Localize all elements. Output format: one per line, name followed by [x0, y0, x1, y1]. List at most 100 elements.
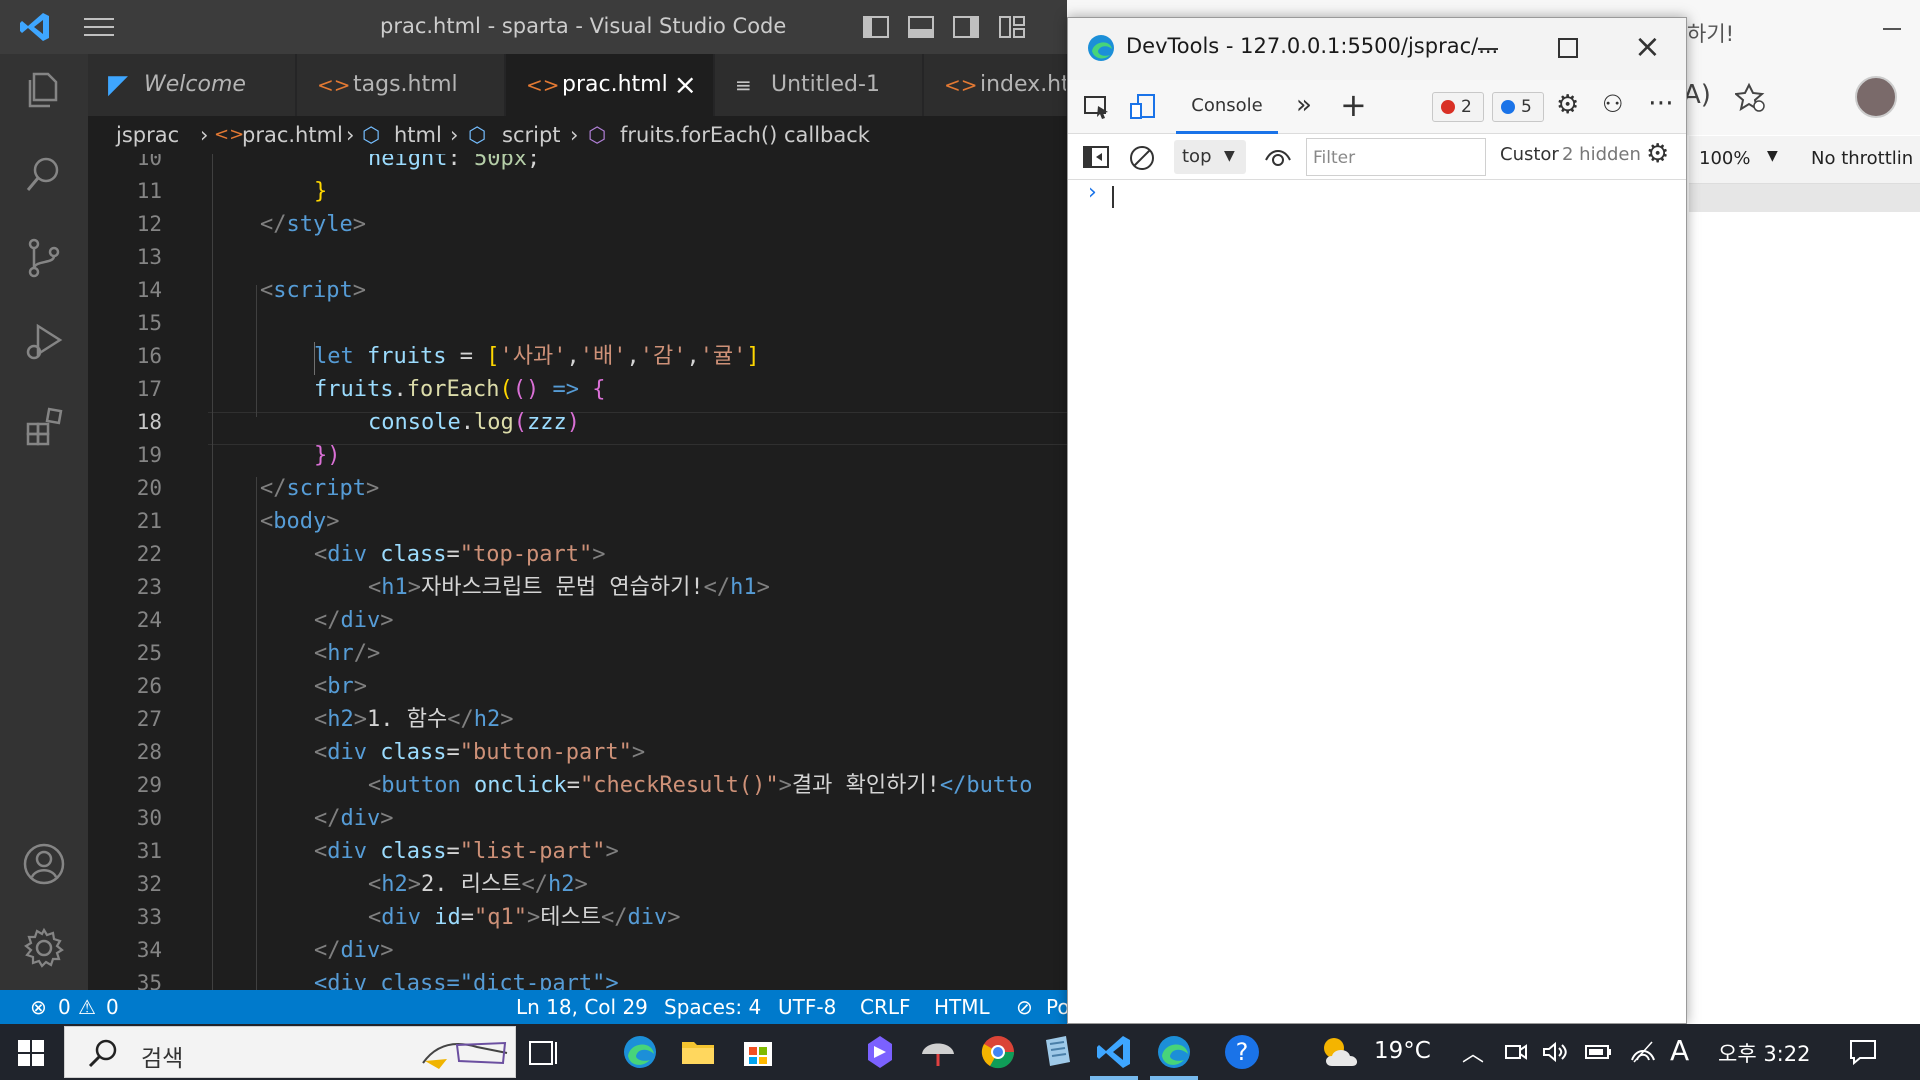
language-mode[interactable]: HTML — [934, 990, 990, 1024]
ime-indicator[interactable]: A — [1670, 1034, 1689, 1067]
tab-tags-html[interactable]: <> tags.html — [297, 54, 505, 116]
more-options-icon[interactable]: ⋯ — [1648, 88, 1674, 118]
chrome-icon[interactable] — [978, 1032, 1018, 1072]
activity-bar — [0, 54, 88, 990]
warning-icon[interactable]: ⚠ — [78, 990, 96, 1024]
vscode-taskbar-icon[interactable] — [1094, 1032, 1134, 1072]
meet-now-icon[interactable] — [1504, 1040, 1528, 1064]
error-badge[interactable]: 2 — [1432, 92, 1484, 122]
browser-tab-title[interactable]: 하기! — [1687, 18, 1734, 48]
chevron-down-icon[interactable]: ▼ — [1767, 148, 1778, 164]
source-control-icon[interactable] — [22, 236, 66, 280]
console-output[interactable]: › — [1068, 180, 1686, 1023]
close-icon[interactable]: × — [674, 54, 697, 116]
app-icon-umbrella[interactable] — [918, 1032, 958, 1072]
zoom-level[interactable]: 100% — [1699, 148, 1750, 169]
chevron-up-icon[interactable]: ︿ — [1462, 1036, 1484, 1068]
help-icon[interactable]: ? — [1222, 1032, 1262, 1072]
inspect-element-icon[interactable] — [1082, 92, 1112, 122]
chevron-down-icon: ▼ — [1224, 148, 1235, 164]
minimize-icon[interactable] — [1478, 48, 1498, 50]
line-ending[interactable]: CRLF — [860, 990, 911, 1024]
device-emulation-icon[interactable] — [1128, 92, 1158, 122]
toggle-sidebar-icon[interactable] — [862, 13, 890, 41]
line-number: 26 — [136, 674, 162, 698]
accounts-icon[interactable] — [22, 842, 66, 886]
app-icon-purple[interactable] — [860, 1032, 900, 1072]
battery-icon[interactable] — [1584, 1040, 1612, 1064]
favorites-star-icon[interactable] — [1735, 82, 1767, 114]
line-number: 27 — [136, 707, 162, 731]
connect-device-icon[interactable]: ⚇ — [1602, 90, 1624, 118]
file-explorer-icon[interactable] — [678, 1032, 718, 1072]
search-icon[interactable] — [22, 152, 66, 196]
more-tabs-icon[interactable]: » — [1296, 90, 1312, 120]
indentation[interactable]: Spaces: 4 — [664, 990, 761, 1024]
settings-gear-icon[interactable]: ⚙ — [1556, 90, 1579, 120]
vscode-logo-icon[interactable] — [18, 10, 52, 44]
avatar[interactable] — [1855, 76, 1897, 118]
breadcrumb-file[interactable]: prac.html — [242, 116, 343, 154]
maximize-icon[interactable] — [1558, 38, 1578, 58]
weather-temperature[interactable]: 19°C — [1374, 1038, 1431, 1064]
message-icon — [1501, 100, 1515, 114]
close-icon[interactable]: × — [1634, 30, 1661, 62]
read-aloud-icon[interactable]: A) — [1683, 80, 1711, 110]
notification-icon[interactable] — [1848, 1038, 1878, 1066]
context-select[interactable]: top ▼ — [1174, 140, 1246, 174]
breadcrumb-script[interactable]: script — [502, 116, 561, 154]
cursor-position[interactable]: Ln 18, Col 29 — [516, 990, 648, 1024]
task-view-icon[interactable] — [528, 1038, 562, 1068]
breadcrumb-html[interactable]: html — [394, 116, 442, 154]
line-number: 13 — [136, 245, 162, 269]
no-entry-icon[interactable]: ⊘ — [1016, 990, 1033, 1024]
encoding[interactable]: UTF-8 — [778, 990, 836, 1024]
tab-console[interactable]: Console — [1176, 80, 1278, 134]
tab-prac-html[interactable]: <> prac.html × — [506, 54, 714, 116]
customize-layout-icon[interactable] — [998, 13, 1026, 41]
throttle-select[interactable]: No throttlin — [1811, 148, 1913, 169]
show-sidebar-icon[interactable] — [1082, 144, 1110, 170]
error-count[interactable]: 0 — [58, 990, 71, 1024]
add-tab-icon[interactable]: + — [1340, 86, 1367, 124]
toggle-panel-icon[interactable] — [907, 13, 935, 41]
edge-devtools-taskbar-icon[interactable] — [1154, 1032, 1194, 1072]
edge-icon[interactable] — [620, 1032, 660, 1072]
menu-icon[interactable] — [84, 15, 114, 39]
code-editor[interactable]: 10 11 12 13 14 15 16 17 18 19 20 21 22 2… — [88, 154, 1067, 990]
line-number: 14 — [136, 278, 162, 302]
minimize-icon[interactable] — [1883, 28, 1901, 30]
message-badge[interactable]: 5 — [1492, 92, 1544, 122]
clock[interactable]: 오후 3:22 — [1718, 1038, 1810, 1068]
toggle-secondary-sidebar-icon[interactable] — [952, 13, 980, 41]
extensions-icon[interactable] — [22, 404, 66, 448]
taskbar-search-box[interactable]: 검색 — [64, 1026, 516, 1078]
vscode-window: prac.html - sparta - Visual Studio Code … — [0, 0, 1067, 1024]
microsoft-store-icon[interactable] — [738, 1032, 778, 1072]
devtools-window: DevTools - 127.0.0.1:5500/jsprac/... × C… — [1067, 17, 1687, 1024]
warning-count[interactable]: 0 — [106, 990, 119, 1024]
log-levels-select[interactable]: Custor — [1500, 144, 1559, 165]
tab-welcome[interactable]: ◤ Welcome — [88, 54, 296, 116]
breadcrumb-folder[interactable]: jsprac — [116, 116, 179, 154]
status-extra[interactable]: Po — [1046, 990, 1067, 1024]
error-icon[interactable]: ⊗ — [30, 990, 47, 1024]
run-debug-icon[interactable] — [22, 320, 66, 364]
line-number: 30 — [136, 806, 162, 830]
windows-start-icon[interactable] — [18, 1040, 44, 1066]
live-expression-eye-icon[interactable] — [1264, 146, 1292, 168]
speaker-icon[interactable] — [1542, 1040, 1568, 1064]
breadcrumb-callback[interactable]: fruits.forEach() callback — [620, 116, 870, 154]
console-caret[interactable] — [1112, 186, 1114, 208]
weather-sun-cloud-icon[interactable] — [1318, 1032, 1364, 1072]
app-icon-notes[interactable] — [1036, 1032, 1076, 1072]
filter-input[interactable]: Filter — [1306, 138, 1486, 176]
html-icon: <> — [944, 73, 978, 97]
clear-console-icon[interactable] — [1128, 144, 1156, 172]
manage-gear-icon[interactable] — [22, 926, 66, 970]
explorer-icon[interactable] — [22, 68, 66, 112]
tab-index-html[interactable]: <> index.ht — [924, 54, 1067, 116]
wifi-icon[interactable] — [1630, 1038, 1656, 1064]
tab-untitled-1[interactable]: ≡ Untitled-1 — [715, 54, 923, 116]
console-settings-gear-icon[interactable]: ⚙ — [1646, 139, 1669, 169]
